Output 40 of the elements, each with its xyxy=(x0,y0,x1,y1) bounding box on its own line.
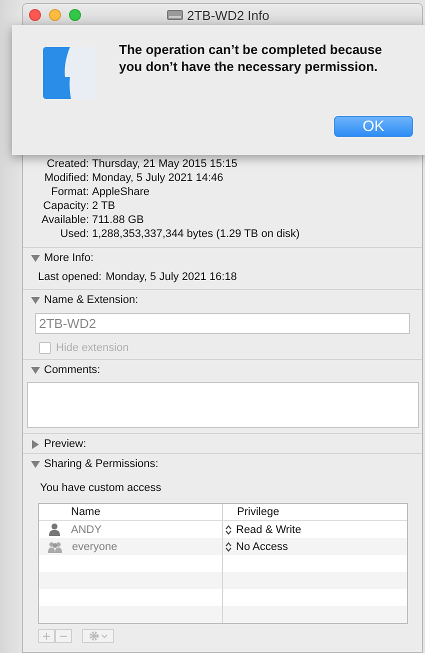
user-name: ANDY xyxy=(71,524,102,536)
alert-message: The operation can’t be completed because you don’t have the necessary permission. xyxy=(119,41,383,75)
action-menu-button[interactable] xyxy=(82,629,114,643)
zoom-button[interactable] xyxy=(69,9,81,21)
info-label: Format: xyxy=(50,186,89,199)
stepper-arrows-icon xyxy=(225,524,232,534)
window-title: 2TB-WD2 Info xyxy=(187,8,270,22)
info-value: Monday, 5 July 2021 14:46 xyxy=(92,172,224,185)
stepper-arrows-icon xyxy=(225,542,232,552)
section-disclosure[interactable]: Preview: xyxy=(23,434,422,453)
section-disclosure[interactable]: Name & Extension: xyxy=(23,290,422,309)
section-disclosure[interactable]: Sharing & Permissions: xyxy=(23,454,422,473)
info-label: Last opened: xyxy=(38,271,102,283)
info-label: Modified: xyxy=(43,172,89,185)
privilege-popup[interactable]: No Access xyxy=(225,540,288,552)
column-header[interactable]: Name xyxy=(71,506,100,518)
user-name: everyone xyxy=(72,540,118,552)
close-button[interactable] xyxy=(29,9,41,21)
app-icon xyxy=(43,47,95,99)
privilege-popup[interactable]: Read & Write xyxy=(225,524,302,536)
info-label: Available: xyxy=(40,214,89,227)
drive-icon xyxy=(167,10,183,20)
column-header[interactable]: Privilege xyxy=(237,506,280,518)
access-note: You have custom access xyxy=(40,482,162,494)
comments-field[interactable] xyxy=(27,382,419,428)
info-label: Created: xyxy=(46,158,89,171)
section-disclosure[interactable]: More Info: xyxy=(23,248,422,267)
info-value: 711.88 GB xyxy=(92,214,145,227)
gear-icon xyxy=(87,630,109,642)
info-label: Capacity: xyxy=(42,200,89,213)
person-icon xyxy=(48,523,61,536)
info-value: Thursday, 21 May 2015 15:15 xyxy=(92,158,238,171)
info-label: Used: xyxy=(59,228,89,241)
info-value: Monday, 5 July 2021 16:18 xyxy=(106,271,237,283)
minimize-button[interactable] xyxy=(49,9,61,21)
section-disclosure[interactable]: Comments: xyxy=(23,360,422,379)
info-value: 2 TB xyxy=(92,200,116,213)
info-value: AppleShare xyxy=(92,186,150,199)
group-icon xyxy=(48,540,62,552)
info-value: 1,288,353,337,344 bytes (1.29 TB on disk) xyxy=(92,228,301,241)
